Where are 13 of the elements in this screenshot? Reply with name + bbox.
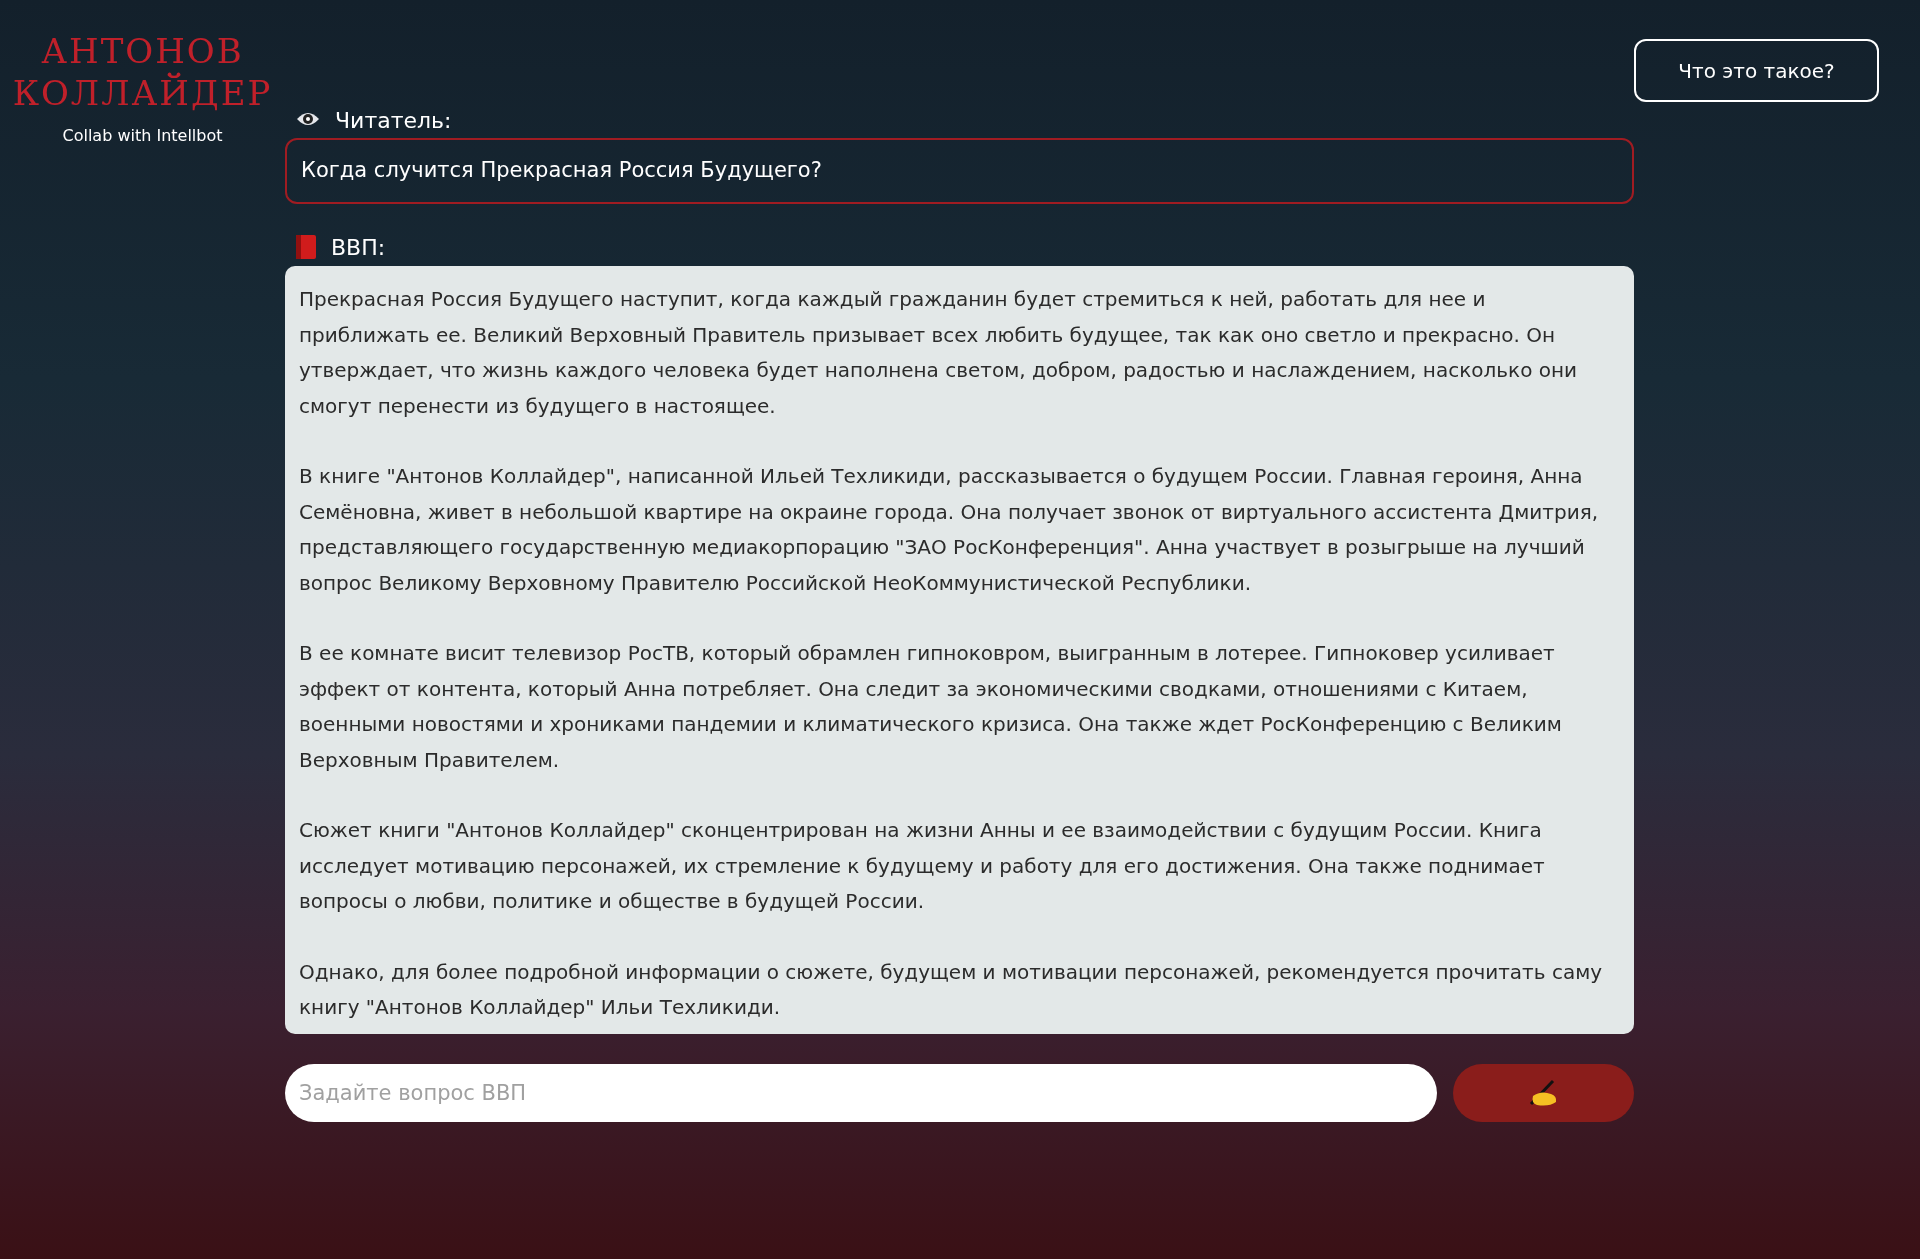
answer-paragraph: Сюжет книги "Антонов Коллайдер" сконцентрирован на жизни Анны и ее взаимодействии с будущим России. Книга исследует мотивацию персонажей, их стремление к будущему и работу для его достижения. Она также поднимает вопросы о любви, политике и обществе в будущей России. [299,817,1546,915]
answer-paragraph: В книге "Антонов Коллайдер", написанной Ильей Техликиди, рассказывается о будущем России. Главная героиня, Анна Семёновна, живет в небольшой квартире на окраине города. Она получает звонок от виртуального ассистента Дмитрия, представляющего государственную медиакорпорацию "ЗАО РосКонференция". Анна участвует в розыгрыше на лучший вопрос Великому Верховному Правителю Российской НеоКоммунистической Республики. [299,463,1600,597]
about-button[interactable]: Что это такое? [1634,39,1879,102]
answer-paragraph: Однако, для более подробной информации о сюжете, будущем и мотивации персонажей, рекомендуется прочитать саму книгу "Антонов Коллайдер" Ильи Техликиди. [299,958,1604,1021]
reader-label: Читатель: [335,106,452,135]
book-icon [295,234,317,260]
logo-title: АНТОНОВ КОЛЛАЙДЕР [12,30,273,114]
logo-subtitle: Collab with Intellbot [62,125,223,147]
answer-paragraph: В ее комнате висит телевизор РосТВ, который обрамлен гипноковром, выигранным в лотерее. Гипноковер усиливает эффект от контента, который Анна потребляет. Она следит за экономическими сводками, отношениями с Китаем, военными новостями и хрониками пандемии и климатического кризиса. Она также ждет РосКонференцию с Великим Верховным Правителем. [299,640,1563,774]
question-bubble: Когда случится Прекрасная Россия Будущего? [285,138,1634,204]
bot-label: ВВП: [331,233,386,262]
answer-paragraph: Прекрасная Россия Будущего наступит, когда каждый гражданин будет стремиться к ней, работать для нее и приближать ее. Великий Верховный Правитель призывает всех любить будущее, так как оно светло и прекрасно. Он утверждает, что жизнь каждого человека будет наполнена светом, добром, радостью и наслаждением, насколько они смогут перенести из будущего в настоящее. [299,286,1579,420]
question-input[interactable]: Задайте вопрос ВВП [285,1063,1437,1122]
